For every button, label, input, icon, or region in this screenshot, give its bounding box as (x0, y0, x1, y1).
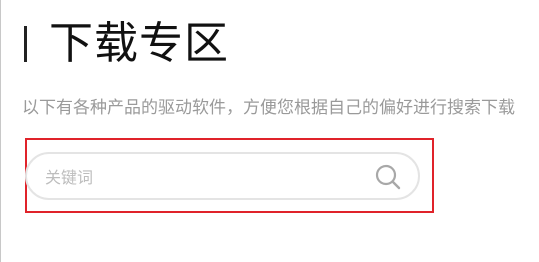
left-border (0, 0, 1, 262)
page-subtitle: 以下有各种产品的驱动软件，方便您根据自己的偏好进行搜索下载 (22, 98, 515, 118)
search-bar (25, 152, 420, 200)
search-input[interactable] (43, 154, 367, 200)
page-title: 下载专区 (49, 18, 229, 69)
header: 下载专区 (24, 20, 229, 68)
download-page: 下载专区 以下有各种产品的驱动软件，方便您根据自己的偏好进行搜索下载 (0, 0, 539, 262)
title-accent-bar (24, 26, 27, 62)
search-icon[interactable] (374, 163, 402, 191)
